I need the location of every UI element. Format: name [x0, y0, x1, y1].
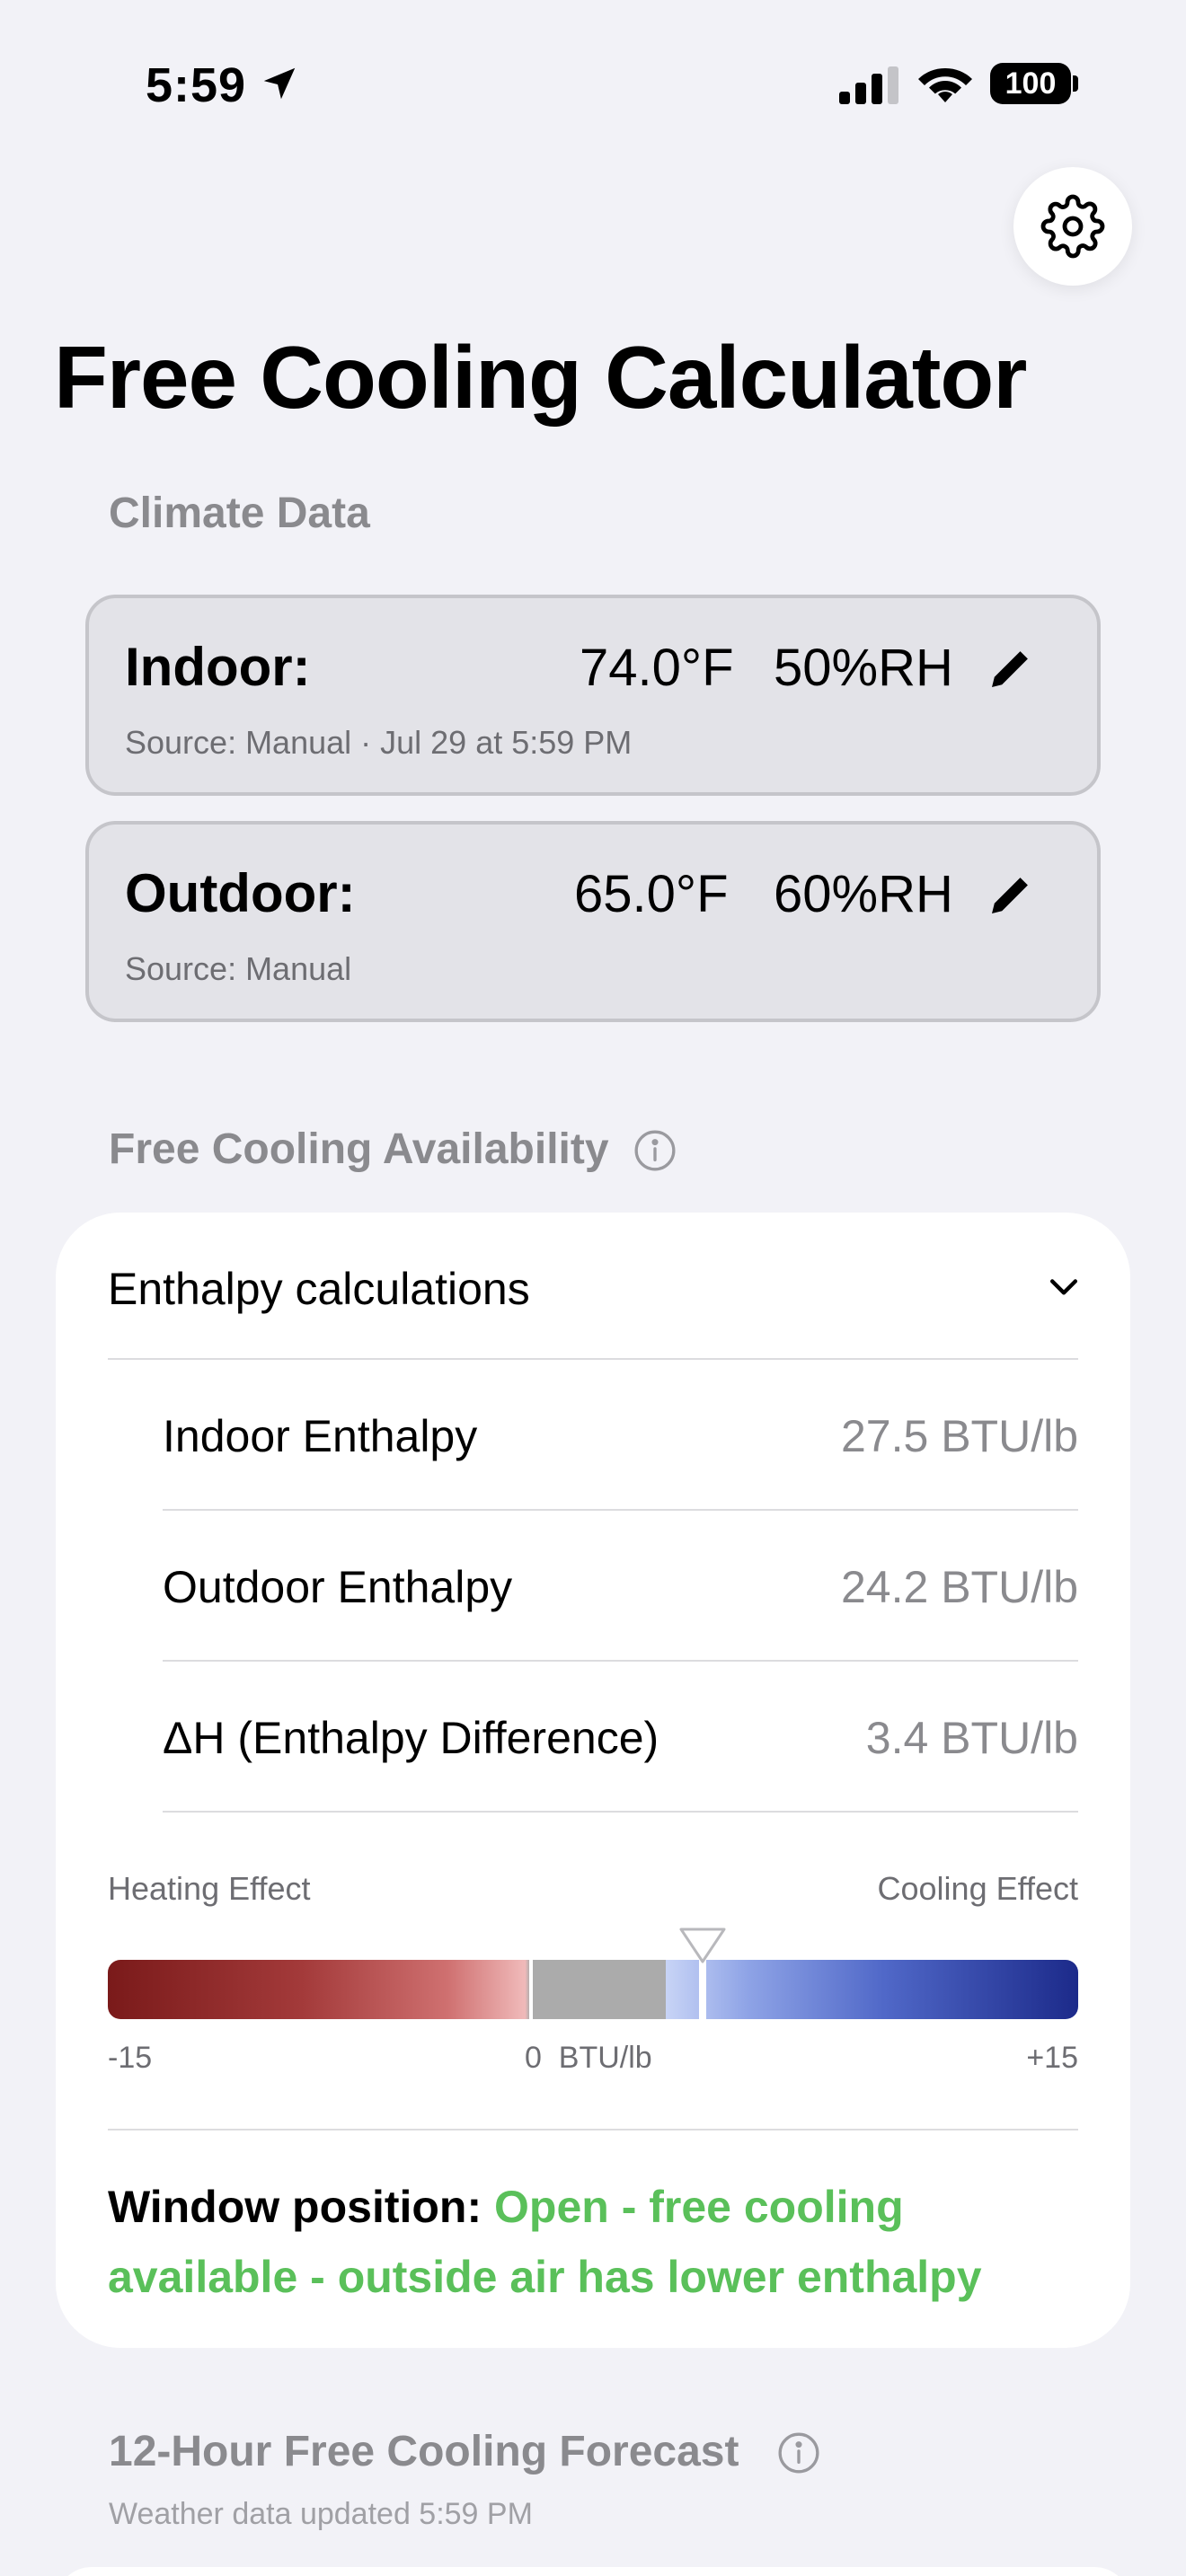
window-position-label: Window position: — [108, 2182, 495, 2232]
gauge-zero-line — [529, 1960, 533, 2019]
forecast-card — [56, 2567, 1130, 2576]
outdoor-source: Source: Manual — [125, 950, 352, 987]
gauge-marker-icon — [679, 1928, 726, 1963]
forecast-header-text: 12-Hour Free Cooling Forecast — [109, 2428, 739, 2475]
delta-h-value: 3.4 BTU/lb — [865, 1713, 1078, 1763]
gear-icon — [1040, 194, 1105, 259]
pencil-icon[interactable] — [986, 869, 1036, 920]
indoor-card[interactable]: Indoor: 74.0°F 50%RH Source: Manual · Ju… — [85, 595, 1101, 796]
divider — [108, 2129, 1078, 2130]
enthalpy-disclosure-label[interactable]: Enthalpy calculations — [108, 1263, 530, 1315]
gauge-needle — [699, 1960, 707, 2019]
gauge-max-label: +15 — [1026, 2041, 1078, 2075]
divider — [163, 1660, 1078, 1662]
forecast-updated-text: Weather data updated 5:59 PM — [109, 2497, 533, 2531]
pencil-icon[interactable] — [986, 643, 1036, 693]
location-arrow-icon — [263, 67, 296, 100]
wifi-icon — [918, 67, 972, 102]
availability-card: Enthalpy calculations Indoor Enthalpy 27… — [56, 1213, 1130, 2348]
divider — [108, 1358, 1078, 1360]
outdoor-rh: 60%RH — [774, 865, 953, 923]
page: 5:59 100 Free Cooling Calculator Climate… — [0, 0, 1186, 2576]
info-icon[interactable] — [633, 1128, 677, 1173]
indoor-rh: 50%RH — [774, 639, 953, 697]
status-time: 5:59 — [146, 58, 247, 112]
chevron-down-icon[interactable] — [1044, 1266, 1084, 1306]
availability-header-text: Free Cooling Availability — [109, 1125, 609, 1173]
battery-nub — [1073, 75, 1078, 92]
delta-h-label: ΔH (Enthalpy Difference) — [163, 1713, 659, 1763]
window-position: Window position: Open - free cooling ava… — [108, 2172, 1078, 2312]
outdoor-card[interactable]: Outdoor: 65.0°F 60%RH Source: Manual — [85, 821, 1101, 1022]
climate-section-header: Climate Data — [109, 490, 370, 537]
cooling-effect-label: Cooling Effect — [877, 1870, 1078, 1907]
forecast-section-header: 12-Hour Free Cooling Forecast — [109, 2427, 739, 2476]
battery-indicator: 100 — [990, 63, 1071, 104]
indoor-temp: 74.0°F — [580, 639, 734, 697]
indoor-enthalpy-label: Indoor Enthalpy — [163, 1411, 478, 1461]
gauge-min-label: -15 — [108, 2041, 153, 2075]
outdoor-enthalpy-value: 24.2 BTU/lb — [840, 1562, 1078, 1612]
divider — [163, 1509, 1078, 1511]
indoor-source: Source: Manual · Jul 29 at 5:59 PM — [125, 724, 633, 761]
divider — [163, 1811, 1078, 1813]
indoor-label: Indoor: — [125, 637, 311, 697]
availability-section-header: Free Cooling Availability — [109, 1125, 609, 1174]
heating-effect-label: Heating Effect — [108, 1870, 311, 1907]
status-bar: 5:59 100 — [0, 0, 1186, 171]
outdoor-temp: 65.0°F — [574, 865, 729, 923]
cellular-signal-icon — [839, 66, 898, 104]
enthalpy-gauge-bar — [108, 1960, 1078, 2019]
page-title: Free Cooling Calculator — [54, 328, 1027, 427]
info-icon[interactable] — [776, 2430, 821, 2475]
outdoor-enthalpy-label: Outdoor Enthalpy — [163, 1562, 513, 1612]
outdoor-label: Outdoor: — [125, 863, 356, 923]
indoor-enthalpy-value: 27.5 BTU/lb — [840, 1411, 1078, 1461]
gauge-zero-label: 0 BTU/lb — [525, 2041, 652, 2075]
settings-button[interactable] — [1013, 167, 1132, 286]
